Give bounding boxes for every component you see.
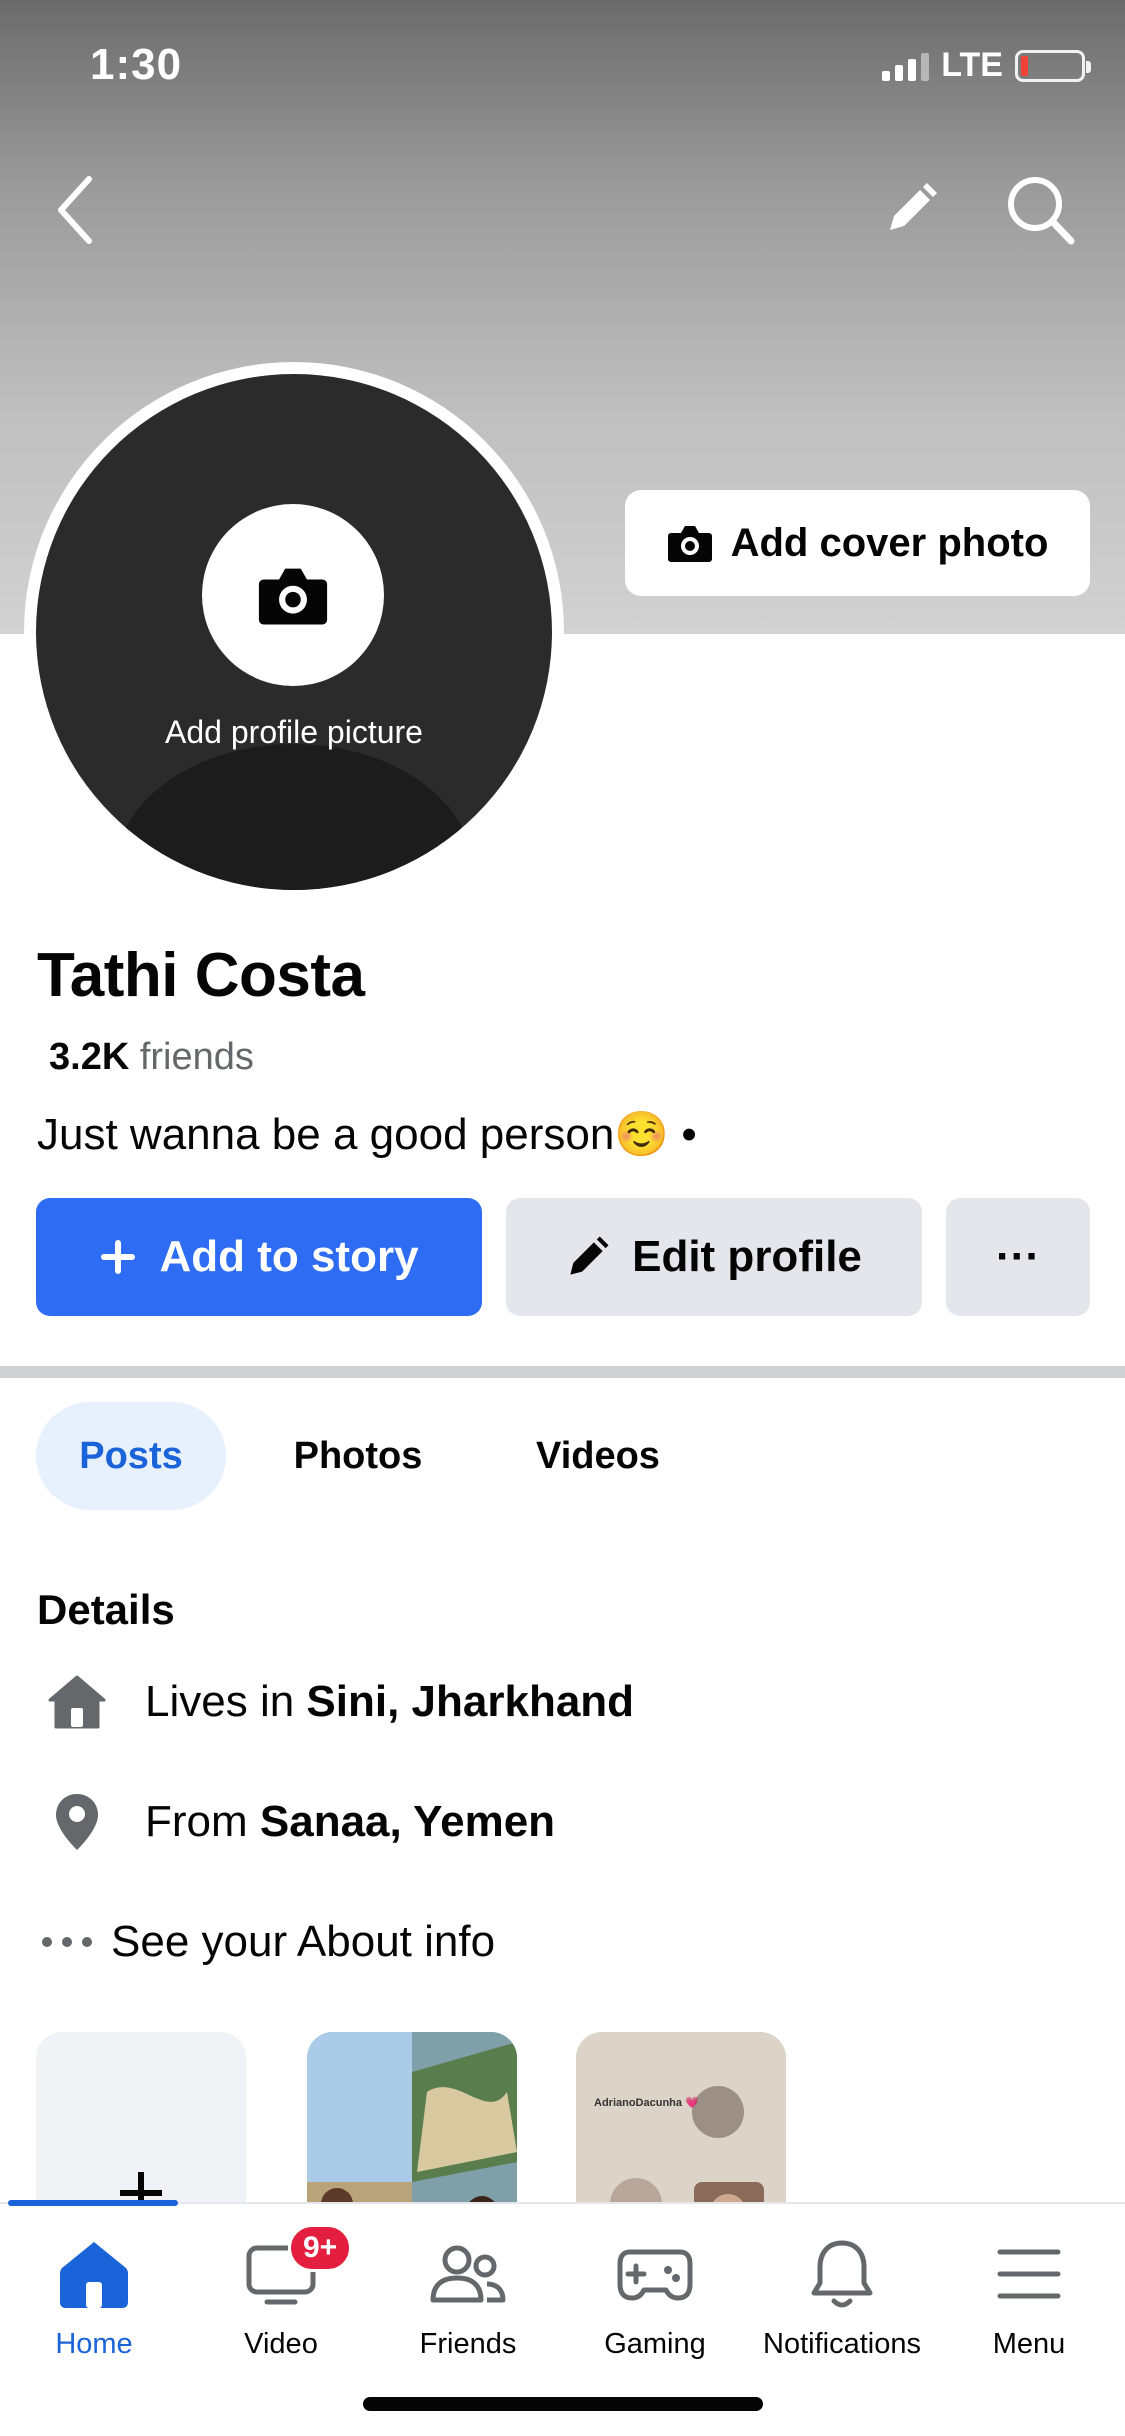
tab-posts[interactable]: Posts: [36, 1402, 226, 1510]
nav-notifications[interactable]: Notifications: [748, 2234, 936, 2374]
nav-home[interactable]: Home: [0, 2234, 188, 2374]
active-tab-indicator: [8, 2200, 178, 2206]
more-options-icon: ···: [996, 1232, 1040, 1281]
home-indicator[interactable]: [363, 2397, 763, 2411]
see-about-info[interactable]: See your About info: [37, 1902, 495, 1982]
tab-videos[interactable]: Videos: [508, 1402, 688, 1510]
network-type: LTE: [941, 46, 1003, 84]
details-title: Details: [37, 1586, 175, 1633]
nav-gaming[interactable]: Gaming: [561, 2234, 749, 2374]
video-icon: 9+: [236, 2224, 353, 2314]
edit-cover-button[interactable]: [870, 170, 950, 250]
video-badge: 9+: [288, 2224, 353, 2272]
detail-lives-in[interactable]: Lives in Sini, Jharkhand: [37, 1662, 634, 1742]
gaming-icon: [610, 2234, 700, 2314]
section-divider: [0, 1366, 1125, 1378]
plus-icon: [101, 1240, 136, 1274]
nav-notifications-label: Notifications: [763, 2328, 921, 2360]
battery-icon: [1015, 49, 1091, 82]
chevron-left-icon: [58, 176, 92, 244]
nav-menu-label: Menu: [992, 2328, 1066, 2360]
add-cover-photo-label: Add cover photo: [730, 520, 1049, 565]
friends-icon: [423, 2234, 513, 2314]
house-icon: [37, 1662, 117, 1742]
search-button[interactable]: [995, 170, 1085, 250]
location-pin-icon: [37, 1782, 117, 1862]
camera-icon: [258, 568, 328, 625]
pencil-icon: [890, 183, 937, 230]
back-button[interactable]: [40, 170, 110, 250]
ellipsis-icon: [37, 1902, 97, 1982]
featured-photo-caption: AdrianoDacunha 💗: [594, 2097, 699, 2109]
avatar[interactable]: Add profile picture: [36, 374, 552, 890]
signal-icon: [882, 51, 930, 81]
lives-in-prefix: Lives in: [145, 1677, 307, 1726]
see-about-info-label: See your About info: [111, 1917, 496, 1966]
nav-gaming-label: Gaming: [604, 2328, 706, 2360]
nav-menu[interactable]: Menu: [935, 2234, 1123, 2374]
camera-icon: [667, 526, 712, 562]
nav-video-label: Video: [244, 2328, 318, 2360]
friends-count-value: 3.2K: [49, 1036, 130, 1078]
profile-name: Tathi Costa: [37, 941, 365, 1010]
friends-count-label: friends: [139, 1036, 254, 1078]
add-profile-picture-button[interactable]: [202, 504, 384, 686]
profile-page: 1:30 LTE Add cover photo Add profile pic…: [0, 0, 1125, 2436]
lives-in-value: Sini, Jharkhand: [306, 1677, 635, 1726]
pencil-icon: [570, 1236, 609, 1275]
status-bar: 1:30 LTE: [0, 0, 1125, 140]
nav-home-label: Home: [55, 2328, 133, 2360]
status-indicators: LTE: [882, 46, 1091, 85]
more-options-button[interactable]: ···: [946, 1198, 1090, 1316]
status-time: 1:30: [90, 40, 183, 89]
add-to-story-label: Add to story: [159, 1232, 419, 1281]
nav-friends-label: Friends: [419, 2328, 517, 2360]
nav-video[interactable]: 9+ Video: [187, 2224, 375, 2374]
tab-photos[interactable]: Photos: [260, 1402, 456, 1510]
edit-profile-button[interactable]: Edit profile: [506, 1198, 922, 1316]
avatar-silhouette: [114, 744, 474, 890]
profile-bio: Just wanna be a good person☺️ •: [37, 1110, 697, 1159]
search-icon: [1008, 177, 1075, 245]
nav-friends[interactable]: Friends: [374, 2234, 562, 2374]
menu-icon: [984, 2234, 1074, 2314]
home-icon: [49, 2234, 139, 2314]
add-cover-photo-button[interactable]: Add cover photo: [625, 490, 1090, 596]
edit-profile-label: Edit profile: [632, 1232, 862, 1281]
detail-from[interactable]: From Sanaa, Yemen: [37, 1782, 555, 1862]
add-to-story-button[interactable]: Add to story: [36, 1198, 482, 1316]
from-prefix: From: [145, 1797, 260, 1846]
add-profile-picture-label: Add profile picture: [165, 714, 423, 750]
bell-icon: [797, 2234, 887, 2314]
friends-count[interactable]: 3.2K friends: [49, 1036, 254, 1079]
from-value: Sanaa, Yemen: [259, 1797, 556, 1846]
